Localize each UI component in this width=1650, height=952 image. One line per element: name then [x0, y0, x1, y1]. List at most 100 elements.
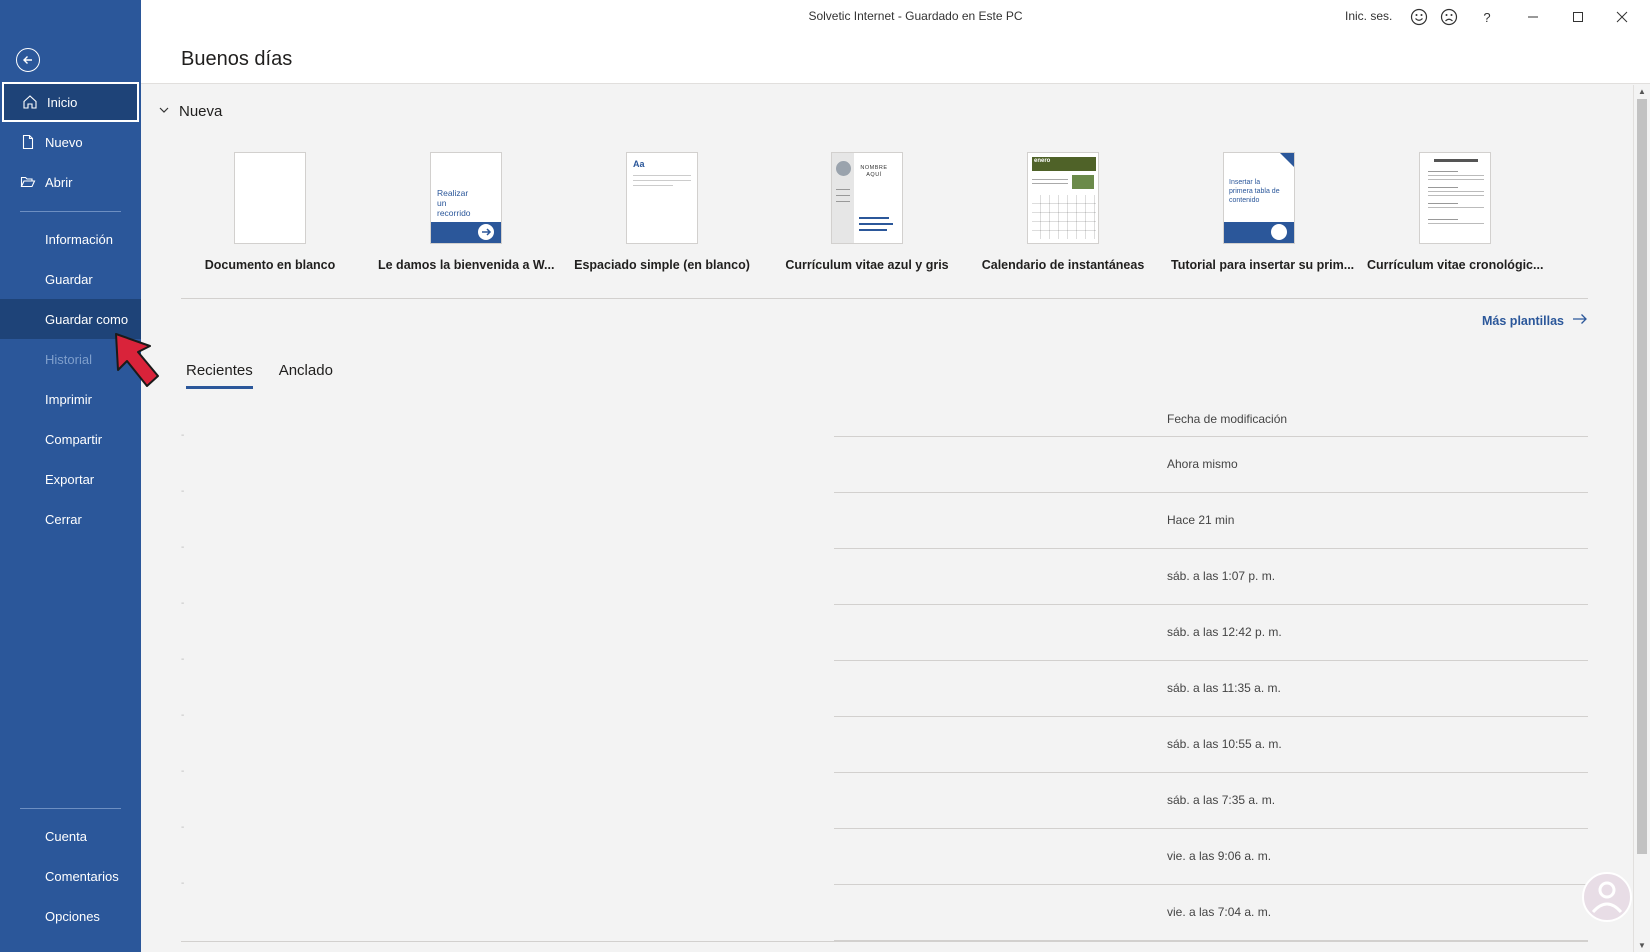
template-thumbnail: Insertar la primera tabla de contenido	[1223, 152, 1295, 244]
greeting-title: Buenos días	[181, 48, 293, 70]
scroll-down-icon[interactable]: ▼	[1638, 941, 1646, 950]
tab-recientes[interactable]: Recientes	[186, 362, 253, 389]
chevron-down-icon	[159, 102, 169, 120]
recent-file-row[interactable]: - sáb. a las 1:07 p. m.	[181, 542, 1588, 605]
more-templates-link[interactable]: Más plantillas	[1482, 313, 1588, 328]
nav-label: Guardar	[45, 271, 93, 287]
table-icon	[1271, 224, 1287, 240]
nav-label: Guardar como	[45, 311, 129, 327]
template-label: Documento en blanco	[204, 258, 336, 272]
help-icon[interactable]: ?	[1476, 6, 1498, 28]
new-section-toggle[interactable]: Nueva	[159, 102, 222, 120]
nav-opciones[interactable]: Opciones	[0, 896, 141, 936]
more-templates-label: Más plantillas	[1482, 313, 1564, 328]
recent-file-row[interactable]: - sáb. a las 10:55 a. m.	[181, 710, 1588, 773]
sign-in-button[interactable]: Inic. ses.	[1345, 9, 1392, 23]
arrow-right-icon	[1572, 313, 1588, 328]
nav-label: Comentarios	[45, 868, 119, 884]
modified-time: Hace 21 min	[1167, 513, 1235, 527]
template-label: Currículum vitae cronológic...	[1367, 258, 1544, 272]
template-thumbnail: Aa	[626, 152, 698, 244]
back-arrow-icon[interactable]	[16, 48, 40, 72]
list-bottom-divider	[181, 941, 1588, 942]
template-card[interactable]: enero Calendario de instantáneas	[975, 152, 1151, 272]
modified-time: sáb. a las 11:35 a. m.	[1167, 681, 1281, 695]
nav-label: Opciones	[45, 908, 100, 924]
template-label: Currículum vitae azul y gris	[785, 258, 949, 272]
recent-file-row[interactable]: - Hace 21 min	[181, 486, 1588, 549]
folder-open-icon	[20, 174, 36, 190]
smile-feedback-icon[interactable]	[1408, 6, 1430, 28]
nav-nuevo[interactable]: Nuevo	[0, 122, 141, 162]
template-card[interactable]: Insertar la primera tabla de contenido T…	[1171, 152, 1355, 272]
scroll-up-icon[interactable]: ▲	[1638, 87, 1646, 96]
template-label: Calendario de instantáneas	[981, 258, 1145, 272]
template-thumbnail: enero	[1027, 152, 1099, 244]
tab-anclado[interactable]: Anclado	[279, 362, 333, 389]
recent-file-row[interactable]: - vie. a las 7:04 a. m.	[181, 878, 1588, 941]
nav-label: Información	[45, 231, 113, 247]
nav-cerrar[interactable]: Cerrar	[0, 499, 141, 539]
template-card[interactable]: Currículum vitae cronológic...	[1367, 152, 1543, 272]
templates-divider	[181, 298, 1588, 299]
nav-label: Nuevo	[45, 134, 83, 150]
backstage-sidebar: Inicio Nuevo Abrir Información Guardar G…	[0, 0, 141, 952]
annotation-arrow-icon	[110, 330, 166, 397]
sidebar-divider	[20, 211, 121, 212]
nav-abrir[interactable]: Abrir	[0, 162, 141, 202]
thumb-text: Realizar un recorrido	[437, 188, 471, 218]
template-thumbnail: Realizar un recorrido	[430, 152, 502, 244]
frown-feedback-icon[interactable]	[1438, 6, 1460, 28]
modified-time: sáb. a las 7:35 a. m.	[1167, 793, 1276, 807]
recent-file-row[interactable]: - sáb. a las 7:35 a. m.	[181, 766, 1588, 829]
recent-file-row[interactable]: - vie. a las 9:06 a. m.	[181, 822, 1588, 885]
thumb-text: enero	[1034, 158, 1051, 164]
nav-comentarios[interactable]: Comentarios	[0, 856, 141, 896]
vertical-scrollbar[interactable]: ▲ ▼	[1633, 85, 1650, 952]
site-logo-icon	[1580, 870, 1634, 929]
main-content: Nueva Documento en blanco Realizar un re…	[141, 85, 1633, 952]
recent-tabs: Recientes Anclado	[186, 362, 333, 389]
template-card[interactable]: Realizar un recorrido Le damos la bienve…	[378, 152, 554, 272]
scroll-thumb[interactable]	[1637, 99, 1647, 854]
template-label: Le damos la bienvenida a W...	[378, 258, 555, 272]
home-icon	[22, 94, 38, 110]
template-thumbnail: NOMBRE AQUÍ	[831, 152, 903, 244]
recent-file-row[interactable]: - Ahora mismo	[181, 430, 1588, 493]
modified-time: sáb. a las 12:42 p. m.	[1167, 625, 1282, 639]
modified-time: vie. a las 9:06 a. m.	[1167, 849, 1272, 863]
template-card[interactable]: NOMBRE AQUÍ Currículum vitae azul y gris	[779, 152, 955, 272]
modified-time: sáb. a las 10:55 a. m.	[1167, 737, 1282, 751]
nav-compartir[interactable]: Compartir	[0, 419, 141, 459]
nav-label: Historial	[45, 351, 92, 367]
nav-cuenta[interactable]: Cuenta	[0, 816, 141, 856]
template-thumbnail	[234, 152, 306, 244]
template-label: Espaciado simple (en blanco)	[574, 258, 750, 272]
template-card[interactable]: Documento en blanco	[182, 152, 358, 272]
nav-informacion[interactable]: Información	[0, 219, 141, 259]
template-thumbnail	[1419, 152, 1491, 244]
backstage-header: Buenos días	[141, 33, 1650, 84]
close-icon[interactable]	[1611, 6, 1633, 28]
modified-time: vie. a las 7:04 a. m.	[1167, 905, 1272, 919]
nav-inicio[interactable]: Inicio	[2, 82, 139, 122]
maximize-icon[interactable]	[1567, 6, 1589, 28]
title-bar: Solvetic Internet - Guardado en Este PC …	[141, 0, 1650, 33]
recent-file-row[interactable]: - sáb. a las 12:42 p. m.	[181, 598, 1588, 661]
template-card[interactable]: Aa Espaciado simple (en blanco)	[574, 152, 750, 272]
recent-file-row[interactable]: - sáb. a las 11:35 a. m.	[181, 654, 1588, 717]
template-label: Tutorial para insertar su prim...	[1171, 258, 1355, 272]
column-header-modified[interactable]: Fecha de modificación	[1167, 412, 1287, 426]
arrow-right-icon	[478, 224, 494, 240]
thumb-text: Insertar la primera tabla de contenido	[1229, 179, 1280, 204]
nav-label: Abrir	[45, 174, 73, 190]
nav-label: Imprimir	[45, 391, 92, 407]
nav-label: Exportar	[45, 471, 95, 487]
thumb-text: NOMBRE AQUÍ	[860, 165, 888, 178]
nav-exportar[interactable]: Exportar	[0, 459, 141, 499]
thumb-text: Aa	[633, 159, 645, 169]
new-document-icon	[20, 134, 36, 150]
minimize-icon[interactable]	[1522, 6, 1544, 28]
sidebar-divider	[20, 808, 121, 809]
nav-guardar[interactable]: Guardar	[0, 259, 141, 299]
